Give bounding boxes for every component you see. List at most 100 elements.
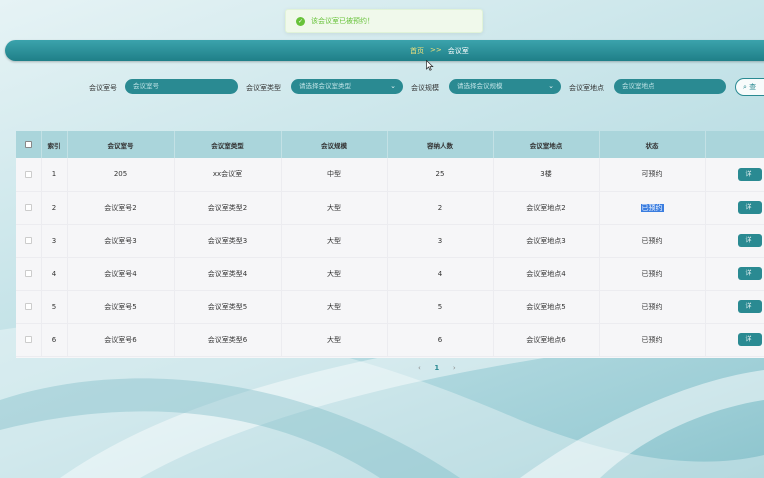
cell-location: 会议室地点2 (493, 191, 600, 225)
row-actions-cell: 详 (705, 224, 764, 258)
cell-capacity-text: 4 (437, 269, 443, 278)
cell-location: 会议室地点6 (493, 323, 600, 357)
mouse-cursor-icon (426, 60, 434, 71)
room-no-input[interactable]: 会议室号 (125, 79, 238, 94)
scale-placeholder: 请选择会议规模 (457, 82, 503, 90)
detail-button[interactable]: 详 (737, 267, 762, 280)
chevron-down-icon: ⌄ (390, 82, 396, 90)
room-type-placeholder: 请选择会议室类型 (299, 82, 351, 90)
search-button[interactable]: ⌕ 查 (735, 78, 764, 96)
location-input[interactable]: 会议室地点 (614, 79, 726, 94)
cell-scale: 大型 (281, 323, 388, 357)
cell-room-type-text: 会议室类型4 (207, 269, 248, 278)
cell-room-type-text: 会议室类型5 (207, 302, 248, 311)
location-placeholder: 会议室地点 (622, 82, 655, 90)
header-actions (705, 131, 764, 158)
cell-index: 1 (41, 158, 68, 192)
cell-room-no: 会议室号6 (67, 323, 175, 357)
cell-capacity: 4 (387, 257, 494, 291)
cell-scale-text: 大型 (327, 302, 341, 311)
header-capacity: 容纳人数 (387, 131, 494, 158)
breadcrumb-separator: >> (430, 46, 442, 54)
table-row[interactable]: 4 会议室号4 会议室类型4 大型 4 会议室地点4 已预约 详 (16, 257, 764, 291)
breadcrumb-current: 会议室 (447, 47, 469, 55)
cell-room-no: 会议室号2 (67, 191, 175, 225)
cell-location-text: 会议室地点5 (526, 302, 566, 311)
row-select-cell[interactable] (16, 224, 42, 258)
row-checkbox[interactable] (24, 336, 32, 343)
room-type-select[interactable]: 请选择会议室类型 ⌄ (291, 79, 403, 94)
room-no-label: 会议室号 (89, 84, 117, 92)
cell-status: 已预约 (599, 191, 706, 225)
row-select-cell[interactable] (16, 191, 42, 225)
row-checkbox[interactable] (24, 303, 32, 310)
cell-capacity: 5 (387, 290, 494, 324)
next-page-button[interactable]: › (453, 364, 456, 372)
cell-status-text: 已预约 (640, 203, 664, 212)
cell-room-no: 205 (67, 158, 175, 192)
detail-button[interactable]: 详 (737, 167, 762, 181)
cell-scale: 中型 (281, 158, 388, 192)
cell-location-text: 3楼 (540, 170, 552, 179)
cell-status-text: 可预约 (641, 170, 663, 179)
table-row[interactable]: 5 会议室号5 会议室类型5 大型 5 会议室地点5 已预约 详 (16, 290, 764, 324)
cell-capacity: 6 (387, 323, 494, 357)
cell-scale-text: 大型 (327, 269, 341, 278)
row-select-cell[interactable] (16, 323, 42, 357)
row-select-cell[interactable] (16, 290, 42, 324)
cell-index-text: 4 (51, 269, 57, 278)
room-type-label: 会议室类型 (246, 84, 281, 92)
cell-status: 已预约 (599, 224, 706, 258)
cell-index: 2 (41, 191, 68, 225)
cell-index-text: 6 (51, 335, 57, 344)
table-row[interactable]: 3 会议室号3 会议室类型3 大型 3 会议室地点3 已预约 详 (16, 224, 764, 258)
search-button-label: 查 (749, 83, 757, 91)
cell-scale-text: 大型 (327, 236, 341, 245)
cell-room-type: 会议室类型4 (174, 257, 282, 291)
cell-location: 3楼 (493, 158, 600, 192)
cell-location-text: 会议室地点2 (526, 203, 566, 212)
select-all-cell[interactable] (16, 131, 42, 158)
table-row[interactable]: 6 会议室号6 会议室类型6 大型 6 会议室地点6 已预约 详 (16, 323, 764, 357)
cell-room-type: 会议室类型6 (174, 323, 282, 357)
breadcrumb-home[interactable]: 首页 (410, 46, 424, 56)
room-table: 索引 会议室号 会议室类型 会议规模 容纳人数 会议室地点 状态 1 205 xx会… (16, 131, 764, 358)
row-checkbox[interactable] (24, 204, 32, 211)
detail-button[interactable]: 详 (737, 333, 762, 346)
check-circle-icon: ✓ (296, 16, 305, 26)
page-number-button[interactable]: 1 (431, 364, 443, 372)
row-select-cell[interactable] (16, 158, 42, 192)
row-checkbox[interactable] (24, 270, 32, 277)
detail-button[interactable]: 详 (737, 300, 762, 313)
cell-capacity: 25 (387, 158, 494, 192)
success-toast: ✓ 该会议室已被预约！ (285, 9, 483, 33)
cell-scale: 大型 (281, 224, 388, 258)
detail-button[interactable]: 详 (737, 201, 762, 214)
cell-room-no-text: 会议室号5 (104, 302, 137, 311)
cell-room-type: xx会议室 (174, 158, 282, 192)
cell-location-text: 会议室地点3 (526, 236, 566, 245)
cell-index-text: 1 (51, 170, 57, 179)
table-row[interactable]: 1 205 xx会议室 中型 25 3楼 可预约 详 (16, 158, 764, 192)
cell-index: 3 (41, 224, 68, 258)
cell-index-text: 2 (51, 203, 57, 212)
table-header-row: 索引 会议室号 会议室类型 会议规模 容纳人数 会议室地点 状态 (16, 131, 764, 158)
cell-room-type-text: 会议室类型2 (207, 203, 248, 212)
cell-room-type-text: xx会议室 (212, 170, 243, 179)
row-checkbox[interactable] (24, 237, 32, 244)
cell-room-type-text: 会议室类型6 (207, 335, 248, 344)
cell-status: 已预约 (599, 290, 706, 324)
detail-button[interactable]: 详 (737, 234, 762, 247)
table-row[interactable]: 2 会议室号2 会议室类型2 大型 2 会议室地点2 已预约 详 (16, 191, 764, 225)
cell-capacity: 3 (387, 224, 494, 258)
scale-select[interactable]: 请选择会议规模 ⌄ (449, 79, 561, 94)
prev-page-button[interactable]: ‹ (418, 364, 421, 372)
cell-capacity-text: 25 (435, 170, 445, 179)
cell-scale-text: 大型 (327, 203, 341, 212)
cell-room-type: 会议室类型3 (174, 224, 282, 258)
cell-room-no-text: 会议室号3 (104, 236, 137, 245)
row-checkbox[interactable] (24, 170, 32, 178)
cell-location-text: 会议室地点4 (526, 269, 566, 278)
select-all-checkbox[interactable] (24, 141, 32, 148)
row-select-cell[interactable] (16, 257, 42, 291)
